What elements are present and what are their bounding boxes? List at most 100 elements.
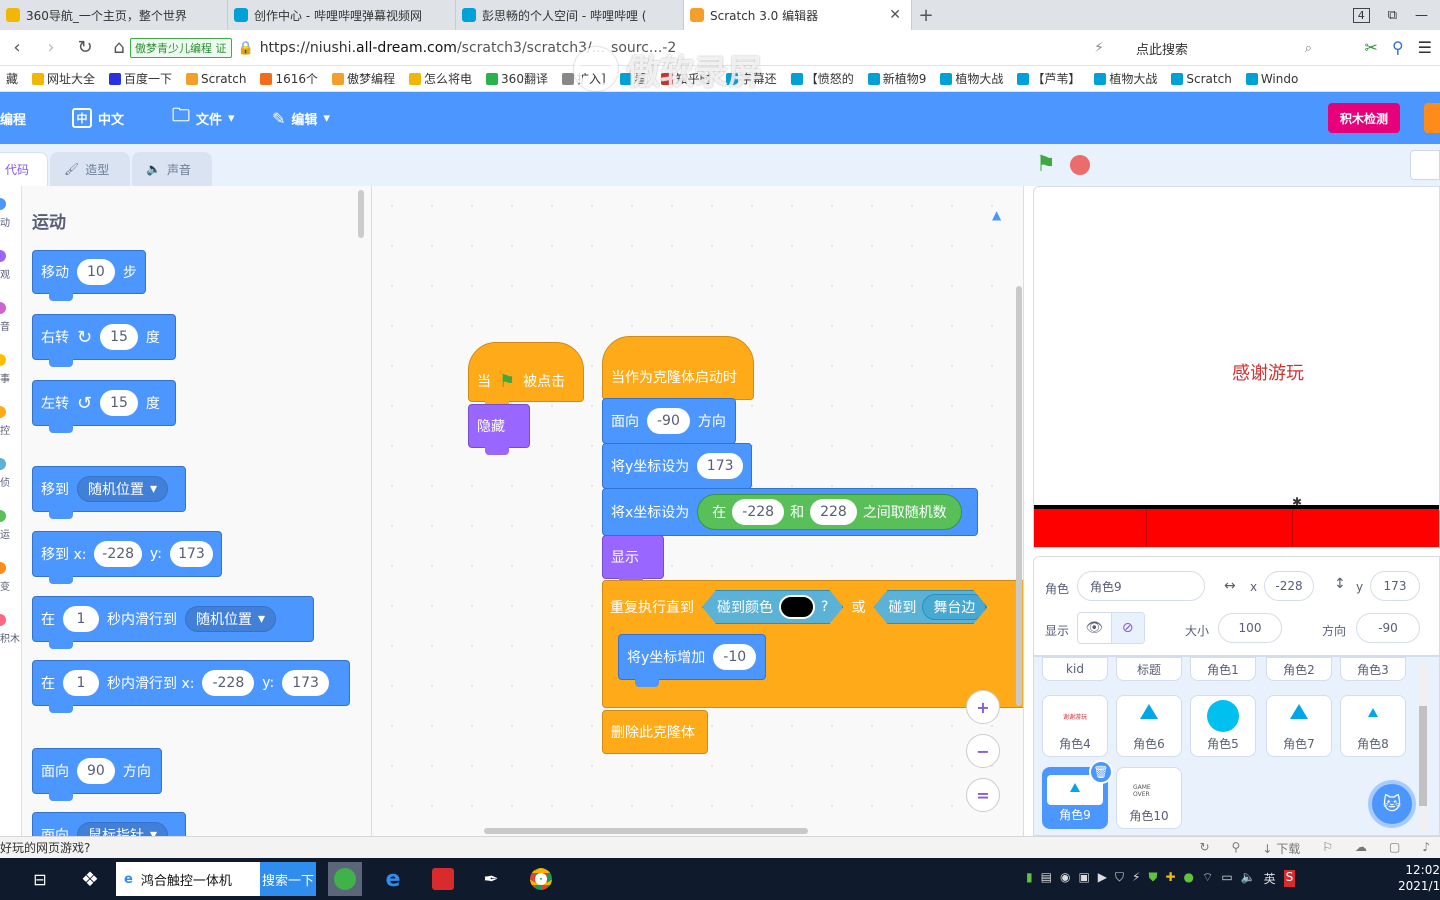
glide-target-dropdown[interactable]: 随机位置 ▾ [185, 606, 277, 632]
safe-site-badge[interactable]: 傲梦青少儿编程 证 [130, 38, 232, 58]
sprite-name-input[interactable]: 角色9 [1077, 571, 1205, 601]
sprite-tile[interactable]: 角色7 [1266, 695, 1332, 757]
secs-input[interactable]: 1 [63, 606, 99, 632]
chrome-app-icon[interactable] [524, 862, 558, 896]
bookmark-item[interactable]: 360翻译 [480, 70, 556, 87]
category-dot-icon[interactable] [0, 302, 6, 314]
category-label[interactable]: 观 [0, 266, 10, 281]
x-input[interactable]: -228 [94, 541, 142, 567]
stage-canvas[interactable]: 感谢游玩 ✱ [1033, 186, 1440, 548]
url-field[interactable]: 傲梦青少儿编程 证 🔒 https://niushi. all-dream.com… [130, 35, 1120, 61]
x-input[interactable]: -228 [1264, 571, 1314, 601]
script-area[interactable]: ▲ 当 ⚑ 被点击 隐藏 当作为克隆体启动时 面向 -90 方向 将y坐标设为 … [372, 186, 1024, 836]
color-picker-swatch[interactable] [779, 595, 815, 619]
bookmark-item[interactable]: 【愤怒的 [785, 70, 862, 87]
category-label[interactable]: 侦 [0, 474, 10, 489]
tab-close-icon[interactable]: ✕ [889, 7, 901, 23]
bookmark-item[interactable]: Scratch [180, 72, 254, 86]
move-steps-block[interactable]: 移动 10 步 [32, 250, 146, 301]
volume-icon[interactable]: 🔈 [1241, 870, 1256, 887]
category-label[interactable]: 控 [0, 422, 10, 437]
touching-target-dropdown[interactable]: 舞台边 [922, 594, 986, 620]
media-tray-icon[interactable]: ▶ [1098, 870, 1107, 887]
browser-tab[interactable]: 创作中心 - 哔哩哔哩弹幕视频网 [228, 0, 456, 30]
random-operator[interactable]: 在 -228 和 228 之间取随机数 [697, 494, 962, 530]
towards-dropdown[interactable]: 鼠标指针 ▾ [77, 822, 169, 836]
language-menu[interactable]: 中 中文 [72, 92, 124, 144]
forward-icon[interactable]: › [34, 37, 68, 58]
sprite-tile[interactable]: 谢谢游玩 角色4 [1042, 695, 1108, 757]
sprite-tile[interactable]: kid [1042, 657, 1108, 681]
bookmark-item[interactable]: 看 [614, 70, 655, 87]
block-check-button[interactable]: 积木检测 [1328, 103, 1400, 133]
show-block[interactable]: 显示 [602, 535, 664, 586]
scratch-logo[interactable]: 编程 [0, 92, 26, 144]
touching-color-condition[interactable]: 碰到颜色 ? [702, 590, 843, 624]
change-y-input[interactable]: -10 [713, 644, 757, 670]
share-button[interactable] [1424, 103, 1440, 133]
tab-code[interactable]: 代码 [0, 152, 48, 186]
cloud-icon[interactable]: ☁ [1355, 840, 1367, 857]
category-label[interactable]: 动 [0, 214, 10, 229]
random-to-input[interactable]: 228 [810, 499, 857, 525]
hide-eye-icon[interactable]: ⊘ [1110, 613, 1144, 643]
script-horizontal-scrollbar[interactable] [484, 828, 808, 834]
y-input[interactable]: 173 [282, 670, 329, 696]
sprite-tile[interactable]: 角色8 [1340, 695, 1406, 757]
bookmark-item[interactable]: 新植物9 [862, 70, 935, 87]
bookmark-item[interactable]: 百度一下 [103, 70, 180, 87]
window-icon[interactable]: ▢ [1389, 840, 1400, 857]
bookmark-item[interactable]: 【芦苇】 [1011, 70, 1088, 87]
bookmark-item[interactable]: 知乎时 [655, 70, 720, 87]
show-eye-icon[interactable]: 👁 [1078, 613, 1111, 643]
task-view-icon[interactable]: ⊟ [28, 858, 52, 900]
lightning-icon[interactable]: ⚡ [1094, 40, 1104, 56]
direction-input[interactable]: -90 [647, 408, 690, 434]
taskbar-search-button[interactable]: 搜索一下 [260, 862, 316, 896]
sound-icon[interactable]: ♪ [1422, 840, 1430, 857]
input-language[interactable]: 英 [1264, 870, 1276, 887]
bookmark-item[interactable]: Scratch [1165, 72, 1239, 86]
browser-search-input[interactable]: 点此搜索 ⌕ [1128, 35, 1320, 61]
browser-tab[interactable]: 360导航_一个主页，整个世界 [0, 0, 228, 30]
wifi-icon[interactable]: ⌔ [1202, 870, 1213, 887]
minimize-icon[interactable]: — [1415, 8, 1428, 23]
collapse-indicator-icon[interactable]: ▲ [992, 208, 1001, 222]
category-dot-icon[interactable] [0, 510, 6, 522]
point-direction-block[interactable]: 面向 -90 方向 [602, 398, 736, 451]
steps-input[interactable]: 10 [77, 259, 115, 285]
set-y-block[interactable]: 将y坐标设为 173 [602, 443, 752, 496]
sprite-tile[interactable]: 角色6 [1116, 695, 1182, 757]
s-tray-icon[interactable]: S [1283, 870, 1296, 887]
bookmark-item[interactable]: Windo [1240, 72, 1307, 86]
direction-input[interactable]: 90 [77, 758, 115, 784]
hide-block[interactable]: 隐藏 [468, 404, 530, 455]
glide-block[interactable]: 在 1 秒内滑行到 随机位置 ▾ [32, 596, 314, 649]
browser-tab[interactable]: 彭思畅的个人空间 - 哔哩哔哩 ( [456, 0, 684, 30]
stop-icon[interactable] [1070, 155, 1090, 175]
extension-icon[interactable]: ✂ [1365, 38, 1378, 57]
y-input[interactable]: 173 [1370, 571, 1420, 601]
degrees-input[interactable]: 15 [100, 324, 138, 350]
zoom-out-button[interactable]: − [966, 734, 1000, 768]
category-dot-icon[interactable] [0, 198, 6, 210]
bookmark-item[interactable]: 藏 [0, 70, 26, 87]
network-tray-icon[interactable]: ▤ [1041, 870, 1052, 887]
y-input[interactable]: 173 [169, 541, 213, 567]
start-logo-icon[interactable]: ❖ [74, 858, 106, 900]
random-from-input[interactable]: -228 [732, 499, 785, 525]
zoom-reset-button[interactable]: = [966, 778, 1000, 812]
bookmark-item[interactable]: 植物大战 [1088, 70, 1165, 87]
system-clock[interactable]: 12:02 2021/1 [1398, 862, 1440, 894]
bookmark-item[interactable]: 字幕还 [720, 70, 785, 87]
delete-sprite-icon[interactable]: 🗑 [1089, 760, 1113, 784]
taskbar-search-input[interactable]: e 鸿合触控一体机 [116, 862, 260, 896]
category-dot-icon[interactable] [0, 406, 6, 418]
goto-block[interactable]: 移到 随机位置 ▾ [32, 466, 186, 519]
new-tab-button[interactable]: + [912, 0, 940, 30]
zoom-in-button[interactable]: + [966, 690, 1000, 724]
restore-tabs-icon[interactable]: ⧉ [1388, 8, 1397, 23]
category-label[interactable]: 音 [0, 318, 10, 333]
green-tray-icon[interactable]: ● [1184, 870, 1194, 887]
search-icon[interactable]: ⌕ [1305, 41, 1312, 56]
